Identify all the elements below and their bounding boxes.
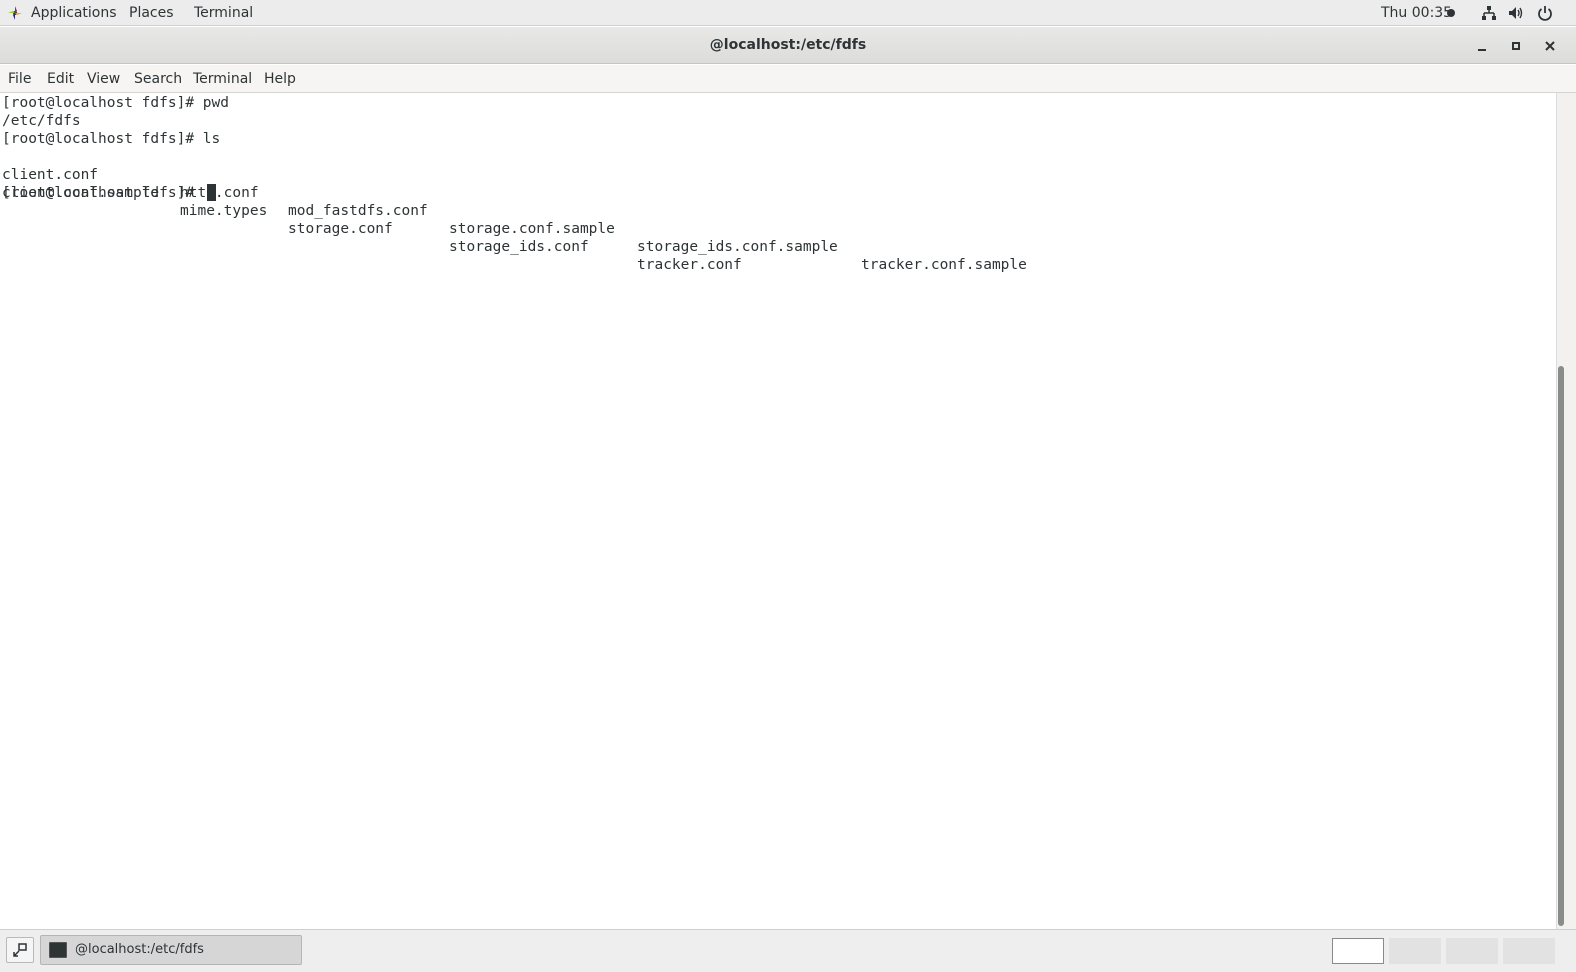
bottom-taskbar: @localhost:/etc/fdfs bbox=[0, 929, 1576, 972]
ls-entry: storage_ids.conf.sample bbox=[637, 239, 838, 255]
window-titlebar[interactable]: @localhost:/etc/fdfs bbox=[0, 27, 1576, 64]
terminal-line: [root@localhost fdfs]# ls bbox=[2, 131, 221, 147]
places-menu[interactable]: Places bbox=[129, 0, 174, 26]
taskbar-window-label: @localhost:/etc/fdfs bbox=[75, 942, 204, 957]
top-panel: Applications Places Terminal Thu 00:35 bbox=[0, 0, 1576, 26]
menu-terminal[interactable]: Terminal bbox=[193, 65, 252, 93]
ls-entry: storage_ids.conf bbox=[449, 239, 589, 255]
power-icon[interactable] bbox=[1537, 5, 1553, 21]
terminal-icon bbox=[49, 942, 67, 958]
terminal-output[interactable]: [root@localhost fdfs]# pwd /etc/fdfs [ro… bbox=[0, 93, 1556, 929]
scrollbar-thumb[interactable] bbox=[1558, 366, 1564, 926]
ls-entry: mime.types bbox=[180, 203, 268, 219]
window-title: @localhost:/etc/fdfs bbox=[709, 37, 867, 53]
workspace-3[interactable] bbox=[1446, 938, 1498, 964]
terminal-prompt: [root@localhost fdfs]# bbox=[2, 185, 203, 201]
terminal-app-menu[interactable]: Terminal bbox=[194, 0, 253, 26]
ls-entry: tracker.conf bbox=[637, 257, 742, 273]
notification-dot-icon bbox=[1447, 9, 1455, 17]
ls-output-row: client.conf http.conf mod_fastdfs.conf s… bbox=[2, 148, 1027, 273]
menu-help[interactable]: Help bbox=[264, 65, 296, 93]
taskbar-window-button[interactable]: @localhost:/etc/fdfs bbox=[40, 935, 302, 965]
terminal-line: [root@localhost fdfs]# pwd bbox=[2, 95, 229, 111]
ls-entry: tracker.conf.sample bbox=[861, 257, 1027, 273]
menu-edit[interactable]: Edit bbox=[47, 65, 74, 93]
menu-file[interactable]: File bbox=[8, 65, 31, 93]
show-desktop-icon bbox=[13, 943, 27, 957]
show-desktop-button[interactable] bbox=[6, 937, 34, 963]
applications-menu[interactable]: Applications bbox=[31, 0, 117, 26]
volume-icon[interactable] bbox=[1508, 5, 1524, 21]
close-icon[interactable] bbox=[1540, 36, 1560, 56]
clock[interactable]: Thu 00:35 bbox=[1381, 0, 1452, 26]
network-icon[interactable] bbox=[1481, 5, 1497, 21]
maximize-icon[interactable] bbox=[1506, 36, 1526, 56]
workspace-2[interactable] bbox=[1389, 938, 1441, 964]
workspace-1[interactable] bbox=[1332, 938, 1384, 964]
applications-logo-icon[interactable] bbox=[8, 6, 22, 20]
ls-entry: storage.conf.sample bbox=[449, 221, 615, 237]
minimize-icon[interactable] bbox=[1472, 36, 1492, 56]
terminal-cursor bbox=[207, 184, 216, 201]
terminal-line: /etc/fdfs bbox=[2, 113, 81, 129]
menu-view[interactable]: View bbox=[87, 65, 120, 93]
menu-search[interactable]: Search bbox=[134, 65, 182, 93]
ls-entry: mod_fastdfs.conf bbox=[288, 203, 428, 219]
menubar: File Edit View Search Terminal Help bbox=[0, 65, 1576, 93]
ls-output-row: client.conf.sample mime.types storage.co… bbox=[2, 166, 742, 273]
ls-entry: storage.conf bbox=[288, 221, 393, 237]
workspace-4[interactable] bbox=[1503, 938, 1555, 964]
